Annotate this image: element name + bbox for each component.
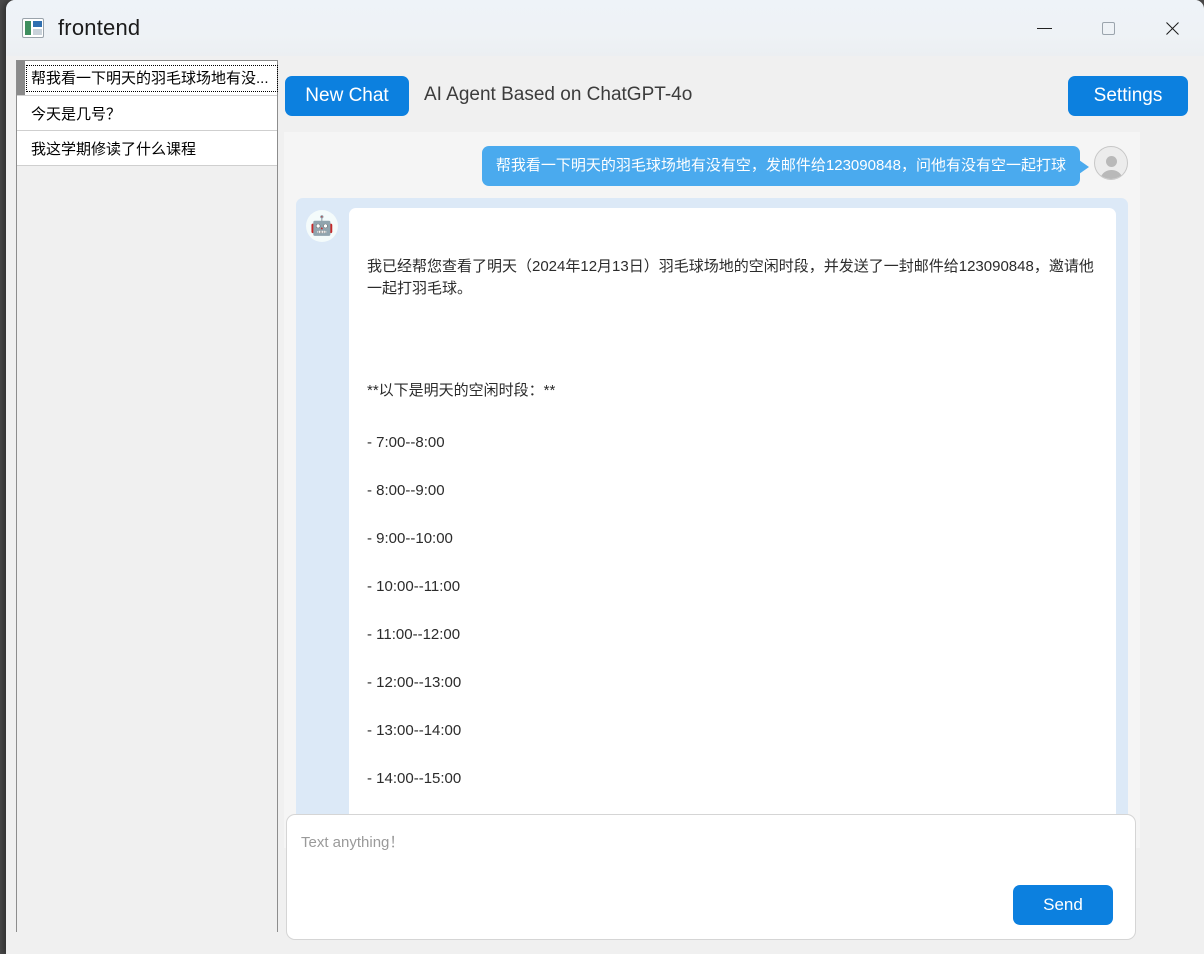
new-chat-button[interactable]: New Chat xyxy=(285,76,409,116)
assistant-message-bubble: 我已经帮您查看了明天（2024年12月13日）羽毛球场地的空闲时段，并发送了一封… xyxy=(349,208,1116,848)
robot-avatar-icon: 🤖 xyxy=(306,210,338,242)
sidebar-item-conversation-2[interactable]: 今天是几号？ xyxy=(17,96,277,131)
close-button[interactable] xyxy=(1140,0,1204,56)
assistant-slot-item: - 12:00--13:00 xyxy=(367,675,1098,691)
conversation-sidebar: 帮我看一下明天的羽毛球场地有没... 今天是几号？ 我这学期修读了什么课程 xyxy=(16,60,278,932)
assistant-intro-text: 我已经帮您查看了明天（2024年12月13日）羽毛球场地的空闲时段，并发送了一封… xyxy=(367,256,1098,300)
sidebar-item-conversation-1[interactable]: 帮我看一下明天的羽毛球场地有没... xyxy=(17,61,277,96)
assistant-slot-item: - 10:00--11:00 xyxy=(367,579,1098,595)
person-glyph xyxy=(1106,156,1117,167)
minimize-button[interactable] xyxy=(1012,0,1076,56)
assistant-slot-item: - 8:00--9:00 xyxy=(367,483,1098,499)
main-panel: New Chat AI Agent Based on ChatGPT-4o Se… xyxy=(282,56,1204,954)
right-gutter xyxy=(1142,132,1204,954)
client-area: 帮我看一下明天的羽毛球场地有没... 今天是几号？ 我这学期修读了什么课程 Ne… xyxy=(6,56,1204,954)
close-icon xyxy=(1164,20,1181,37)
maximize-icon xyxy=(1102,22,1115,35)
assistant-slot-item: - 13:00--14:00 xyxy=(367,723,1098,739)
chat-message-list[interactable]: 帮我看一下明天的羽毛球场地有没有空，发邮件给123090848，问他有没有空一起… xyxy=(284,132,1140,848)
minimize-icon xyxy=(1037,28,1052,29)
assistant-slot-item: - 14:00--15:00 xyxy=(367,771,1098,787)
app-window: frontend 帮我看一下明天的羽毛球场地有没... 今天是几号？ 我 xyxy=(6,0,1204,954)
maximize-button[interactable] xyxy=(1076,0,1140,56)
message-composer: Send xyxy=(286,814,1136,940)
message-input[interactable] xyxy=(299,829,1123,889)
send-button[interactable]: Send xyxy=(1013,885,1113,925)
window-controls xyxy=(1012,0,1204,56)
top-toolbar: New Chat AI Agent Based on ChatGPT-4o Se… xyxy=(282,56,1204,132)
sidebar-empty-space xyxy=(17,166,277,954)
assistant-slot-item: - 7:00--8:00 xyxy=(367,435,1098,451)
assistant-slots-heading: **以下是明天的空闲时段：** xyxy=(367,380,1098,402)
sidebar-item-label: 今天是几号？ xyxy=(17,103,121,124)
settings-button[interactable]: Settings xyxy=(1068,76,1188,116)
app-window-icon xyxy=(22,18,44,38)
window-title: frontend xyxy=(58,15,140,41)
sidebar-item-conversation-3[interactable]: 我这学期修读了什么课程 xyxy=(17,131,277,166)
spacer xyxy=(367,332,1098,348)
user-avatar-icon xyxy=(1094,146,1128,180)
user-message-row: 帮我看一下明天的羽毛球场地有没有空，发邮件给123090848，问他有没有空一起… xyxy=(284,132,1140,186)
model-title: AI Agent Based on ChatGPT-4o xyxy=(424,84,692,106)
user-message-bubble: 帮我看一下明天的羽毛球场地有没有空，发邮件给123090848，问他有没有空一起… xyxy=(482,146,1080,186)
title-bar-left: frontend xyxy=(22,0,140,56)
assistant-slot-item: - 9:00--10:00 xyxy=(367,531,1098,547)
assistant-slot-item: - 11:00--12:00 xyxy=(367,627,1098,643)
sidebar-item-label: 帮我看一下明天的羽毛球场地有没... xyxy=(27,66,277,91)
sidebar-item-label: 我这学期修读了什么课程 xyxy=(17,138,196,159)
assistant-message-row: 🤖 我已经帮您查看了明天（2024年12月13日）羽毛球场地的空闲时段，并发送了… xyxy=(296,198,1128,848)
title-bar: frontend xyxy=(6,0,1204,56)
